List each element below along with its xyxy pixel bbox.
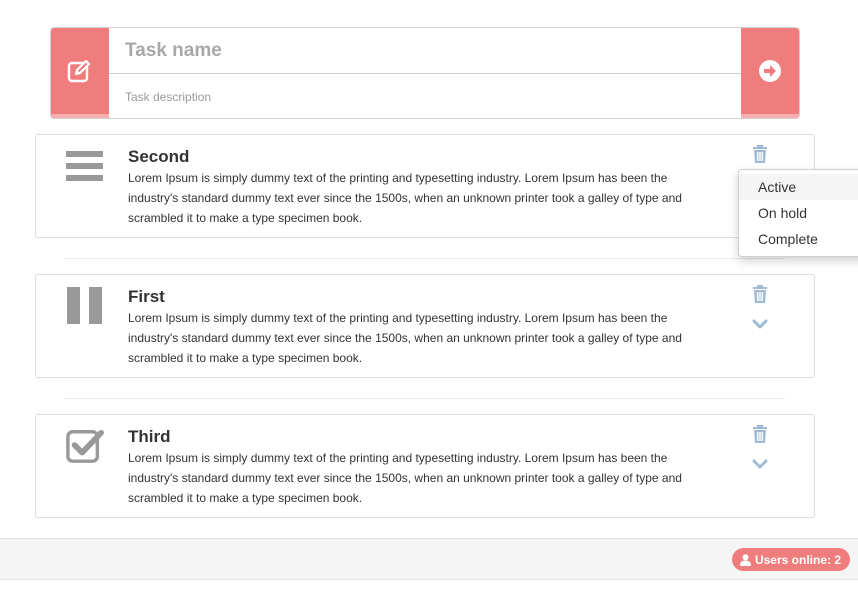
menu-item-on-hold[interactable]: On hold [739,200,858,226]
task-description: Lorem Ipsum is simply dummy text of the … [128,451,682,505]
arrow-circle-right-icon [759,60,781,82]
menu-item-complete[interactable]: Complete [739,226,858,252]
new-task-form [50,27,800,119]
divider [65,398,785,399]
task-title: Third [128,427,171,446]
task-name-input[interactable] [109,28,741,74]
users-online-label: Users online: 2 [754,552,841,567]
chevron-down-icon[interactable] [752,457,768,469]
task-card: Second Lorem Ipsum is simply dummy text … [35,134,815,238]
task-description: Lorem Ipsum is simply dummy text of the … [128,171,682,225]
task-title: First [128,287,165,306]
pause-icon[interactable] [66,287,104,325]
footer-bar: Users online: 2 [0,538,858,580]
list-icon[interactable] [66,147,104,185]
trash-icon[interactable] [752,425,768,443]
trash-icon[interactable] [752,145,768,163]
status-dropdown-menu: Active On hold Complete [738,169,858,257]
edit-icon [51,28,109,118]
user-icon [739,553,751,566]
task-card: Third Lorem Ipsum is simply dummy text o… [35,414,815,518]
trash-icon[interactable] [752,285,768,303]
menu-item-active[interactable]: Active [739,174,858,200]
task-title: Second [128,147,190,166]
task-description-input[interactable] [109,75,741,118]
users-online-badge[interactable]: Users online: 2 [731,548,850,571]
check-square-icon[interactable] [66,427,104,465]
submit-task-button[interactable] [741,28,799,118]
task-description: Lorem Ipsum is simply dummy text of the … [128,311,682,365]
chevron-down-icon[interactable] [752,317,768,329]
task-manager-page: Second Lorem Ipsum is simply dummy text … [0,0,858,594]
divider [65,258,785,259]
task-card: First Lorem Ipsum is simply dummy text o… [35,274,815,378]
